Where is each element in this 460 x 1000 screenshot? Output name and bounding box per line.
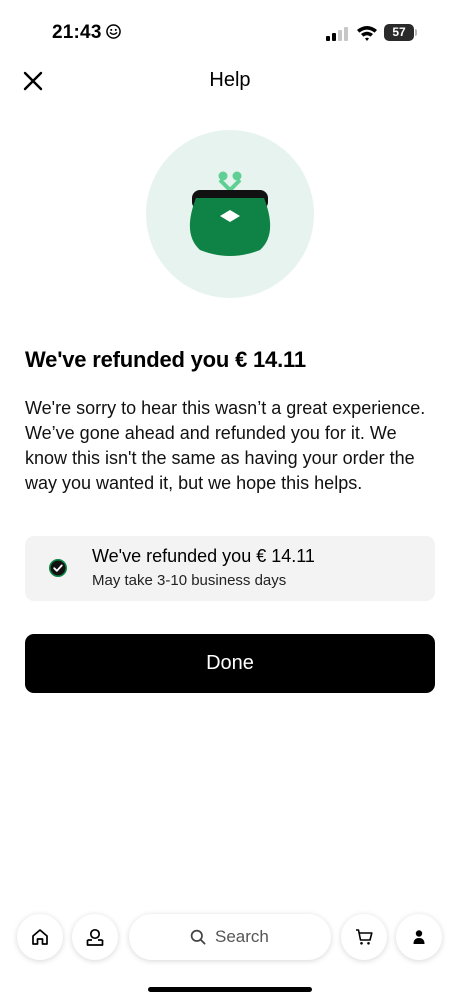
refund-description: We're sorry to hear this wasn’t a great … — [25, 398, 426, 493]
account-icon — [413, 930, 425, 944]
refund-screen: 21:43 57 Help We've refunded you € 14.11… — [0, 0, 460, 1000]
purse-icon — [189, 171, 271, 256]
signal-icon — [326, 27, 348, 41]
search-bar[interactable]: Search — [129, 914, 331, 960]
refund-title: We've refunded you € 14.11 — [25, 347, 306, 372]
status-bar: 21:43 57 — [0, 0, 460, 60]
search-icon — [190, 929, 206, 945]
nav-account-button[interactable] — [396, 914, 442, 960]
wifi-icon — [357, 26, 377, 41]
home-icon — [32, 929, 48, 945]
pickup-icon — [86, 928, 104, 946]
refund-status-card: We've refunded you € 14.11 May take 3-10… — [25, 536, 435, 601]
card-subtitle: May take 3-10 business days — [92, 572, 287, 589]
nav-home-button[interactable] — [17, 914, 63, 960]
battery-cap — [415, 29, 417, 36]
search-label: Search — [215, 927, 269, 946]
card-title: We've refunded you € 14.11 — [92, 546, 315, 566]
battery-indicator: 57 — [384, 24, 414, 41]
cart-icon — [356, 929, 373, 945]
nav-pickup-button[interactable] — [72, 914, 118, 960]
check-circle-icon — [49, 559, 67, 577]
done-button[interactable]: Done — [25, 634, 435, 693]
status-time: 21:43 — [52, 22, 102, 43]
home-indicator — [148, 987, 312, 992]
page-title: Help — [209, 69, 251, 91]
nav-cart-button[interactable] — [341, 914, 387, 960]
smiley-icon — [106, 24, 121, 39]
